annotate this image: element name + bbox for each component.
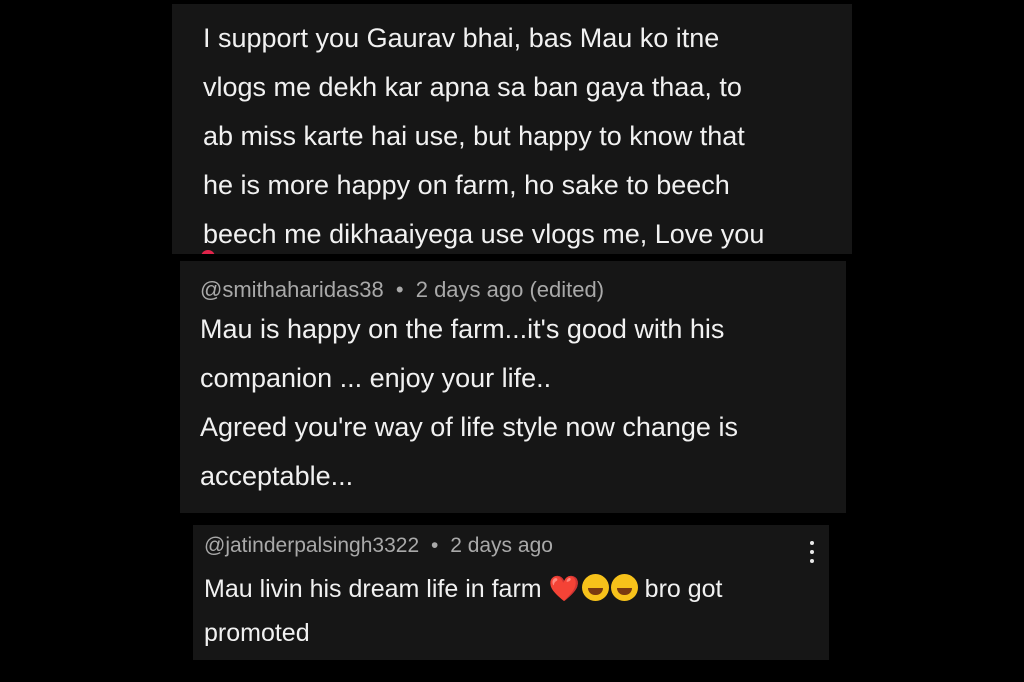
laughing-tears-icon [610, 574, 638, 601]
comment-author[interactable]: @jatinderpalsingh3322 [204, 534, 419, 557]
comment-meta: @jatinderpalsingh3322 • 2 days ago [204, 531, 829, 561]
comment-text: Mau is happy on the farm...it's good wit… [200, 314, 738, 491]
comment-text: Mau livin his dream life in farm ❤️ bro … [204, 567, 829, 655]
comment-author[interactable]: @smithaharidas38 [200, 277, 384, 302]
comment-meta: @smithaharidas38 • 2 days ago (edited) [200, 275, 846, 305]
meta-separator: • [395, 277, 404, 302]
comment-card: I support you Gaurav bhai, bas Mau ko it… [172, 4, 852, 254]
comment-text-part: bro got [644, 575, 723, 603]
meta-separator: • [430, 534, 439, 557]
more-options-icon[interactable] [809, 541, 815, 567]
heart-icon: ❤️ [548, 575, 580, 603]
comment-timestamp: 2 days ago [450, 534, 553, 557]
comment-text-part: Mau livin his dream life in farm [204, 575, 542, 603]
comment-card: @jatinderpalsingh3322 • 2 days ago Mau l… [193, 525, 829, 660]
comment-timestamp: 2 days ago (edited) [415, 277, 605, 302]
comment-text: I support you Gaurav bhai, bas Mau ko it… [203, 23, 765, 249]
laughing-tears-icon [581, 574, 609, 601]
comment-card: @smithaharidas38 • 2 days ago (edited) M… [180, 261, 846, 513]
comment-text-part: promoted [204, 619, 310, 647]
